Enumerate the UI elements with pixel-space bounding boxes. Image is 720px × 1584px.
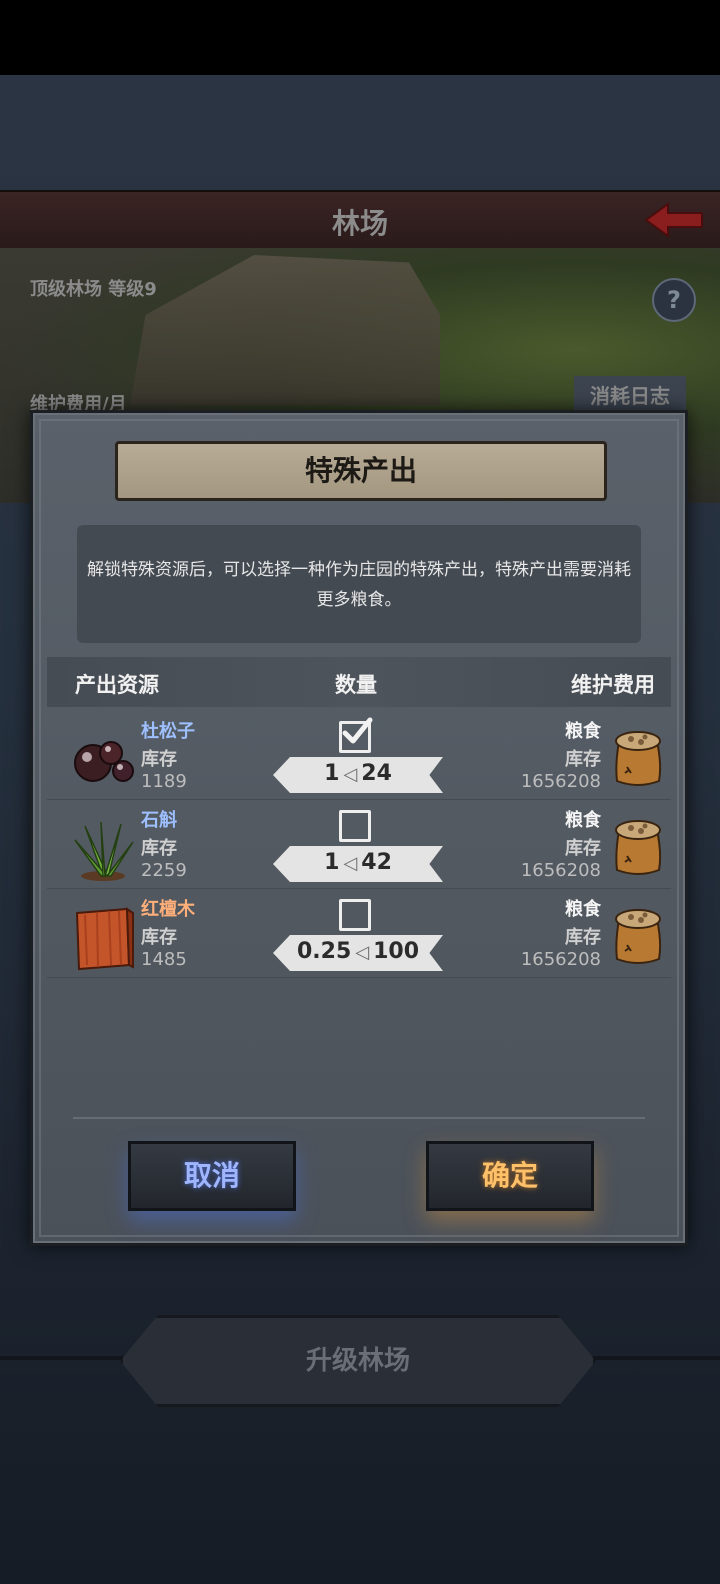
- resource-stock-value: 1189: [141, 771, 187, 792]
- checkmark-icon: [342, 717, 373, 744]
- triangle-left-icon: ◁: [343, 764, 358, 785]
- ratio-text: 1 ◁ 42: [273, 850, 443, 875]
- description-box: 解锁特殊资源后，可以选择一种作为庄园的特殊产出，特殊产出需要消耗更多粮食。: [77, 525, 641, 643]
- upgrade-button[interactable]: 升级林场: [120, 1315, 596, 1407]
- output-amount: 0.25: [296, 939, 352, 964]
- description-text: 解锁特殊资源后，可以选择一种作为庄园的特殊产出，特殊产出需要消耗更多粮食。: [87, 560, 631, 610]
- resource-name: 红檀木: [141, 899, 195, 920]
- divider: [73, 1117, 645, 1119]
- header-quantity: 数量: [335, 673, 377, 697]
- grain-sack-icon: [615, 731, 662, 786]
- grain-sack-icon: [615, 909, 662, 964]
- back-arrow-icon[interactable]: [642, 200, 706, 240]
- cost-stock-value: 1656208: [520, 771, 601, 792]
- help-icon[interactable]: ?: [652, 278, 696, 322]
- cancel-button[interactable]: 取消: [128, 1141, 296, 1211]
- header-resource: 产出资源: [75, 673, 159, 697]
- cost-stock-value: 1656208: [520, 860, 601, 881]
- cost-stock-value: 1656208: [520, 949, 601, 970]
- special-output-dialog: 特殊产出 解锁特殊资源后，可以选择一种作为庄园的特殊产出，特殊产出需要消耗更多粮…: [30, 410, 688, 1246]
- cost-amount: 42: [361, 850, 392, 875]
- title-bar: 林场: [0, 190, 720, 251]
- dialog-title: 特殊产出: [115, 441, 607, 501]
- cost-name: 粮食: [565, 810, 601, 831]
- ratio-text: 1 ◁ 24: [273, 761, 443, 786]
- confirm-button[interactable]: 确定: [426, 1141, 594, 1211]
- page-title: 林场: [331, 207, 388, 240]
- select-checkbox[interactable]: [339, 810, 371, 842]
- ratio-text: 0.25 ◁ 100: [273, 939, 443, 964]
- output-amount: 1: [324, 761, 340, 786]
- grain-sack-icon: [615, 820, 662, 875]
- dendrobium-grass-icon: [74, 821, 134, 881]
- table-row: 红檀木 库存 1485 0.25 ◁ 100 粮食 库存 1656208: [47, 889, 671, 978]
- select-checkbox[interactable]: [339, 717, 373, 753]
- level-text: 顶级林场 等级9: [30, 279, 157, 300]
- resource-stock-label: 库存: [141, 749, 177, 770]
- cost-stock-label: 库存: [565, 838, 601, 859]
- output-amount: 1: [324, 850, 340, 875]
- triangle-left-icon: ◁: [343, 853, 358, 874]
- cost-stock-label: 库存: [565, 749, 601, 770]
- resource-stock-value: 1485: [141, 949, 187, 970]
- table-row: 石斛 库存 2259 1 ◁ 42 粮食 库存 1656208: [47, 800, 671, 889]
- cost-stock-label: 库存: [565, 927, 601, 948]
- triangle-left-icon: ◁: [355, 942, 370, 963]
- cost-name: 粮食: [565, 899, 601, 920]
- resource-stock-label: 库存: [141, 838, 177, 859]
- juniper-berries-icon: [74, 741, 134, 782]
- select-checkbox[interactable]: [339, 899, 371, 931]
- table-row: 杜松子 库存 1189 1 ◁ 24 粮食 库存 1656208: [47, 711, 671, 800]
- resource-stock-value: 2259: [141, 860, 187, 881]
- red-sandalwood-icon: [75, 907, 134, 971]
- table-header: 产出资源 数量 维护费用: [47, 657, 671, 707]
- cost-amount: 24: [361, 761, 392, 786]
- resource-name: 杜松子: [141, 721, 195, 742]
- cost-name: 粮食: [565, 721, 601, 742]
- resource-stock-label: 库存: [141, 927, 177, 948]
- cost-amount: 100: [373, 939, 420, 964]
- resource-name: 石斛: [141, 810, 177, 831]
- header-cost: 维护费用: [571, 673, 655, 697]
